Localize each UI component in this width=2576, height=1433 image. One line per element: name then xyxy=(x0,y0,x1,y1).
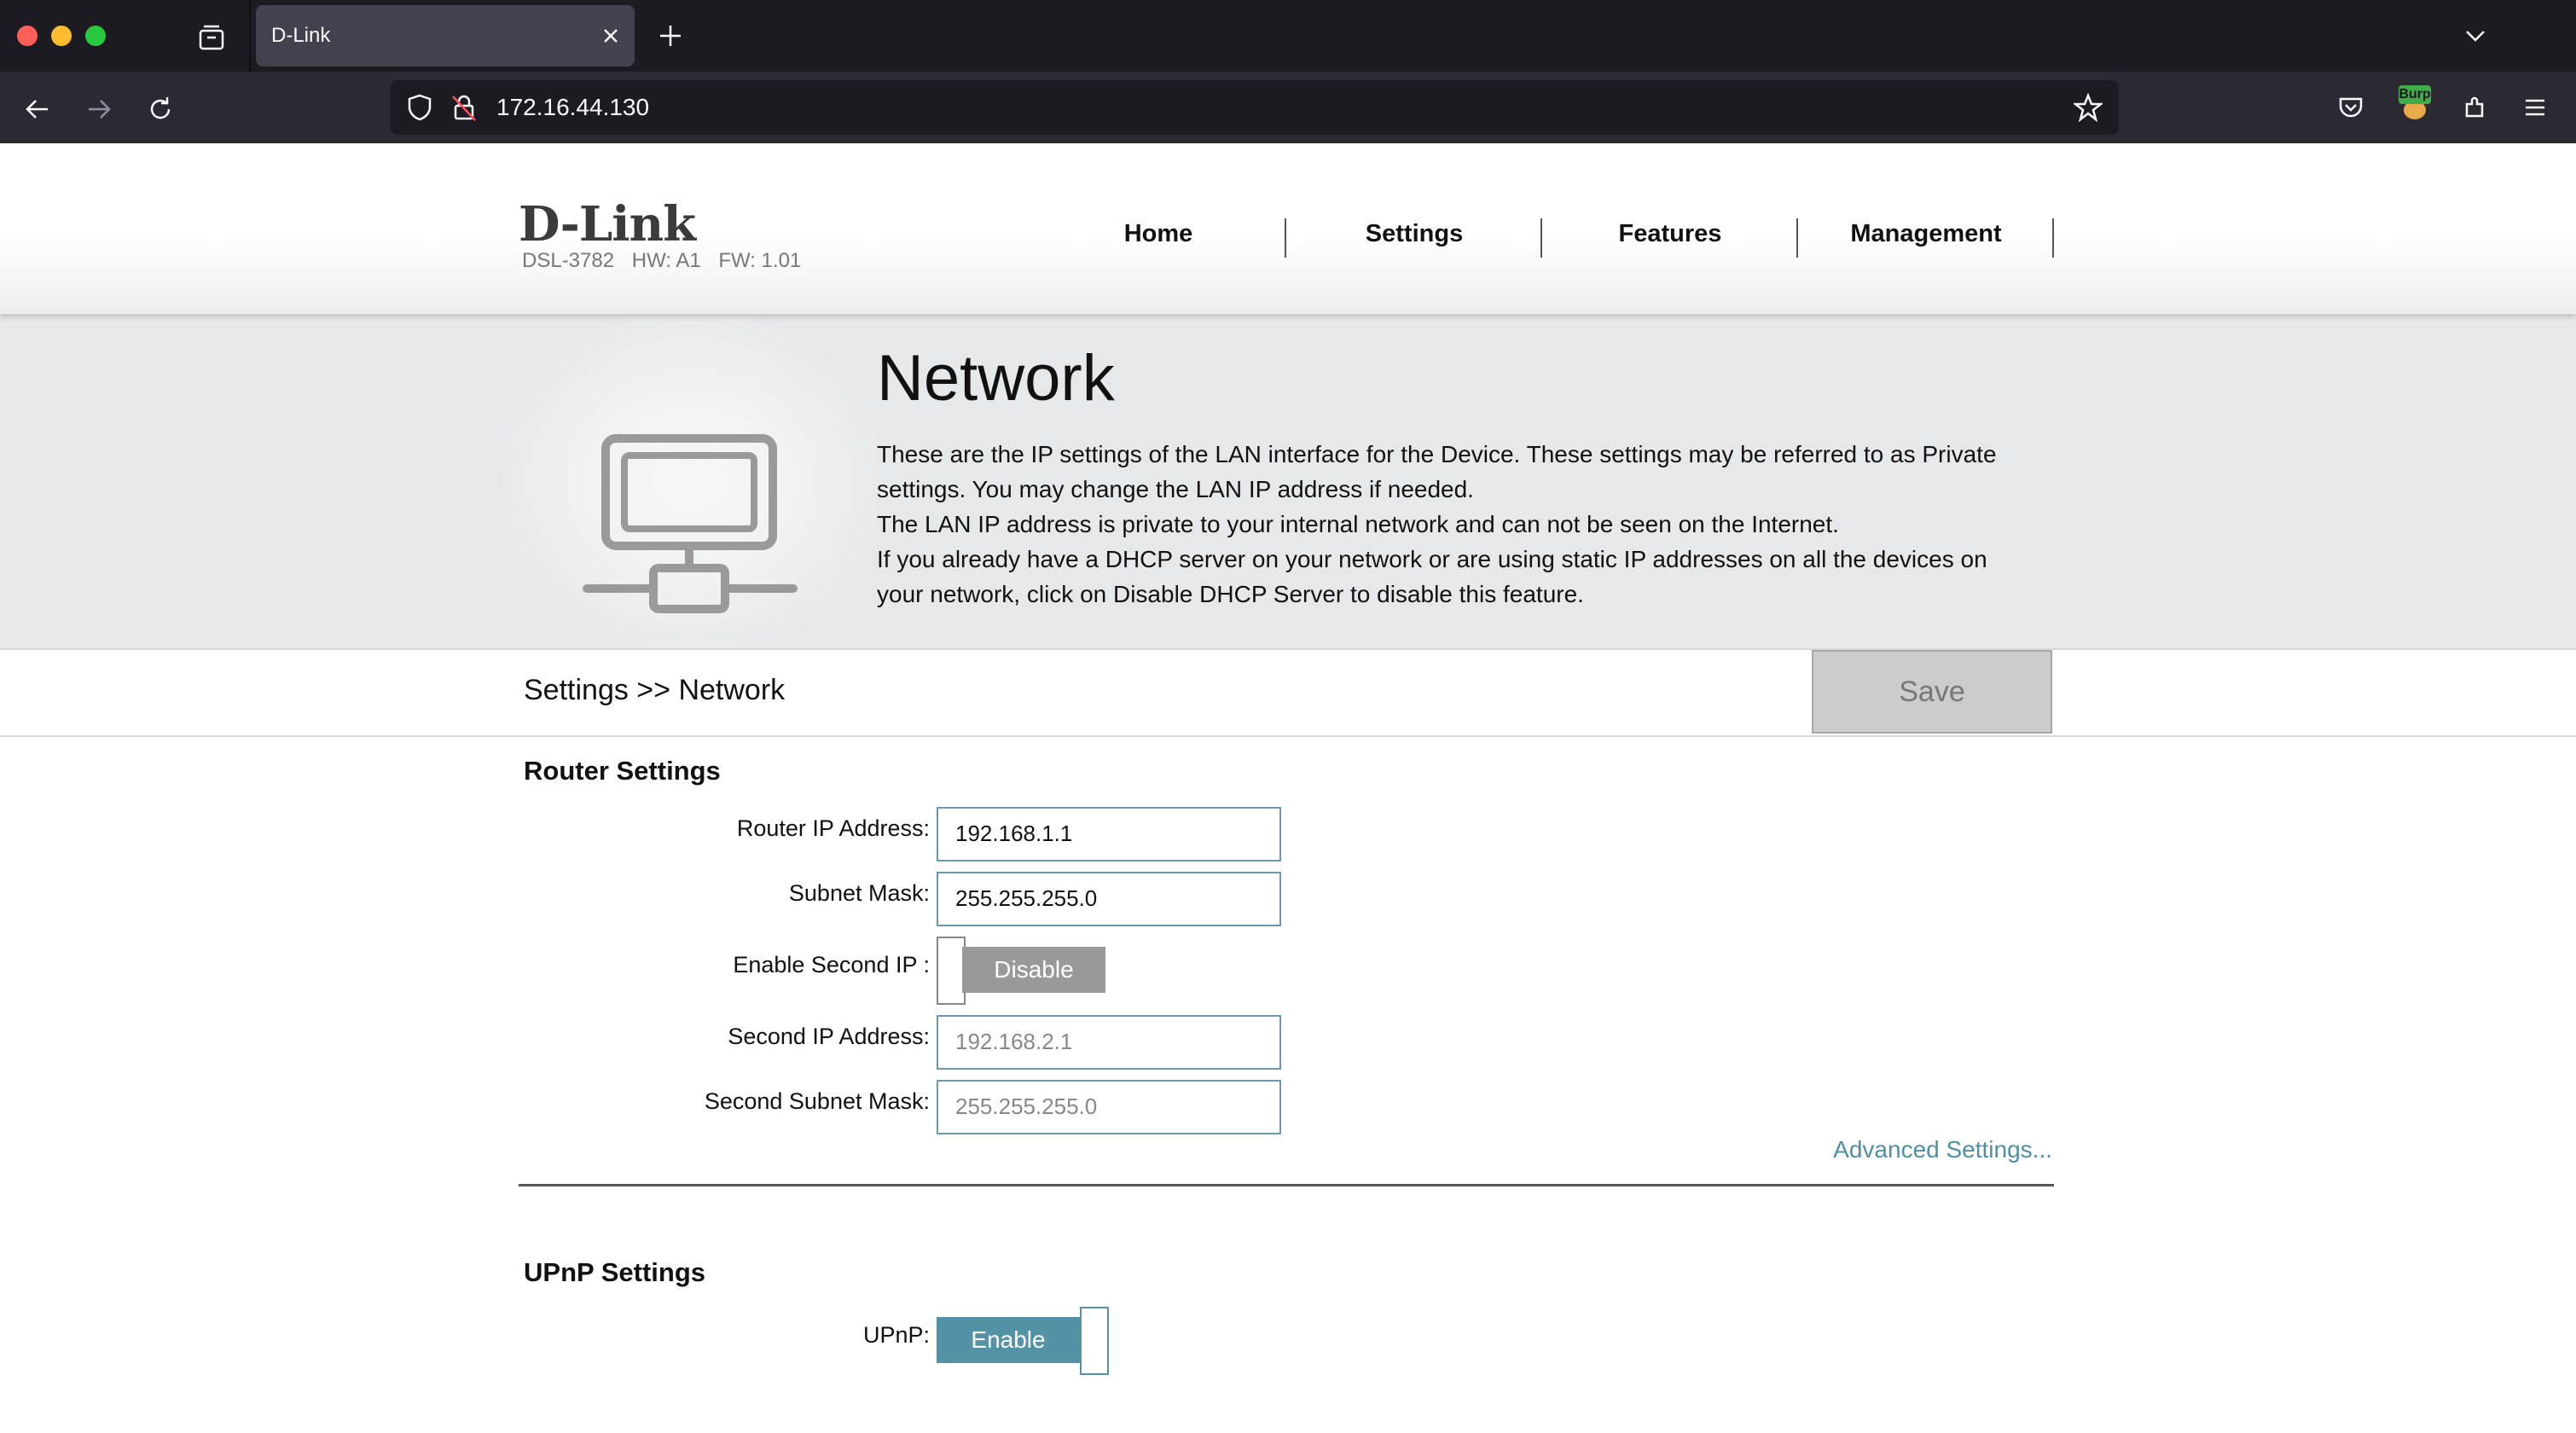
description-paragraph: These are the IP settings of the LAN int… xyxy=(877,441,1997,502)
shield-icon[interactable] xyxy=(403,90,437,125)
new-tab-icon[interactable] xyxy=(655,20,686,51)
burp-extension-icon[interactable]: Burp xyxy=(2399,85,2431,119)
router-page: D-Link DSL-3782 HW: A1 FW: 1.01 Home Set… xyxy=(0,143,2576,1433)
toggle-knob[interactable] xyxy=(1080,1307,1109,1375)
page-description: These are the IP settings of the LAN int… xyxy=(877,437,2037,612)
browser-tab-bar: D-Link xyxy=(0,0,2576,72)
second-ip-label: Second IP Address: xyxy=(728,1024,930,1049)
enable-second-ip-toggle[interactable]: Disable xyxy=(937,937,1107,1005)
section-divider xyxy=(519,1184,2054,1186)
hamburger-menu-icon[interactable] xyxy=(2518,90,2552,125)
toggle-state-label[interactable]: Enable xyxy=(937,1317,1080,1363)
nav-features[interactable]: Features xyxy=(1542,220,1798,248)
page-title: Network xyxy=(877,342,1115,415)
nav-settings[interactable]: Settings xyxy=(1286,220,1542,248)
tab-divider xyxy=(249,0,251,72)
upnp-label: UPnP: xyxy=(862,1322,930,1348)
upnp-settings-title: UPnP Settings xyxy=(524,1257,706,1287)
page-intro: Network These are the IP settings of the… xyxy=(0,314,2576,648)
close-icon[interactable] xyxy=(599,24,623,48)
router-ip-label: Router IP Address: xyxy=(736,815,930,841)
site-header: D-Link DSL-3782 HW: A1 FW: 1.01 Home Set… xyxy=(0,143,2576,314)
subnet-mask-label: Subnet Mask: xyxy=(788,880,930,906)
nav-home[interactable]: Home xyxy=(1030,220,1286,248)
description-paragraph: The LAN IP address is private to your in… xyxy=(877,511,1839,537)
firmware-version: FW: 1.01 xyxy=(718,249,802,272)
advanced-settings-link[interactable]: Advanced Settings... xyxy=(1791,1136,2052,1163)
nav-management[interactable]: Management xyxy=(1798,220,2054,248)
description-paragraph: If you already have a DHCP server on you… xyxy=(877,546,1987,607)
second-ip-input[interactable]: 192.168.2.1 xyxy=(937,1015,1281,1070)
window-maximize-button[interactable] xyxy=(85,26,106,46)
second-subnet-mask-input[interactable]: 255.255.255.0 xyxy=(937,1080,1281,1134)
url-bar[interactable]: 172.16.44.130 xyxy=(391,80,2119,135)
pocket-icon[interactable] xyxy=(2334,90,2368,125)
hardware-version: HW: A1 xyxy=(631,249,701,272)
chevron-down-icon[interactable] xyxy=(2460,20,2491,51)
breadcrumb-bar: Settings >> Network Save xyxy=(0,648,2576,737)
browser-tab[interactable]: D-Link xyxy=(256,5,635,67)
breadcrumb: Settings >> Network xyxy=(524,674,786,706)
upnp-toggle[interactable]: Enable xyxy=(937,1307,1116,1375)
device-model-info: DSL-3782 HW: A1 FW: 1.01 xyxy=(522,249,813,273)
tab-title: D-Link xyxy=(271,24,331,47)
back-arrow-icon[interactable] xyxy=(20,92,55,126)
second-subnet-mask-label: Second Subnet Mask: xyxy=(704,1088,930,1114)
subnet-mask-input[interactable]: 255.255.255.0 xyxy=(937,872,1281,926)
extensions-puzzle-icon[interactable] xyxy=(2458,90,2492,125)
window-close-button[interactable] xyxy=(17,26,38,46)
network-computer-icon xyxy=(580,433,802,621)
router-settings-title: Router Settings xyxy=(524,756,721,786)
save-button[interactable]: Save xyxy=(1812,650,2052,734)
nav-separator xyxy=(2052,218,2054,258)
enable-second-ip-label: Enable Second IP : xyxy=(733,952,930,978)
url-text[interactable]: 172.16.44.130 xyxy=(496,94,649,121)
insecure-lock-icon[interactable] xyxy=(447,90,481,125)
forward-arrow-icon[interactable] xyxy=(82,92,116,126)
window-minimize-button[interactable] xyxy=(51,26,72,46)
reload-icon[interactable] xyxy=(143,92,177,126)
tab-overview-icon[interactable] xyxy=(194,20,229,55)
toggle-state-label[interactable]: Disable xyxy=(962,947,1105,993)
router-ip-input[interactable]: 192.168.1.1 xyxy=(937,807,1281,862)
dlink-logo[interactable]: D-Link xyxy=(519,196,696,252)
bookmark-star-icon[interactable] xyxy=(2071,90,2105,125)
toggle-knob[interactable] xyxy=(937,937,966,1005)
model-number: DSL-3782 xyxy=(522,249,615,272)
